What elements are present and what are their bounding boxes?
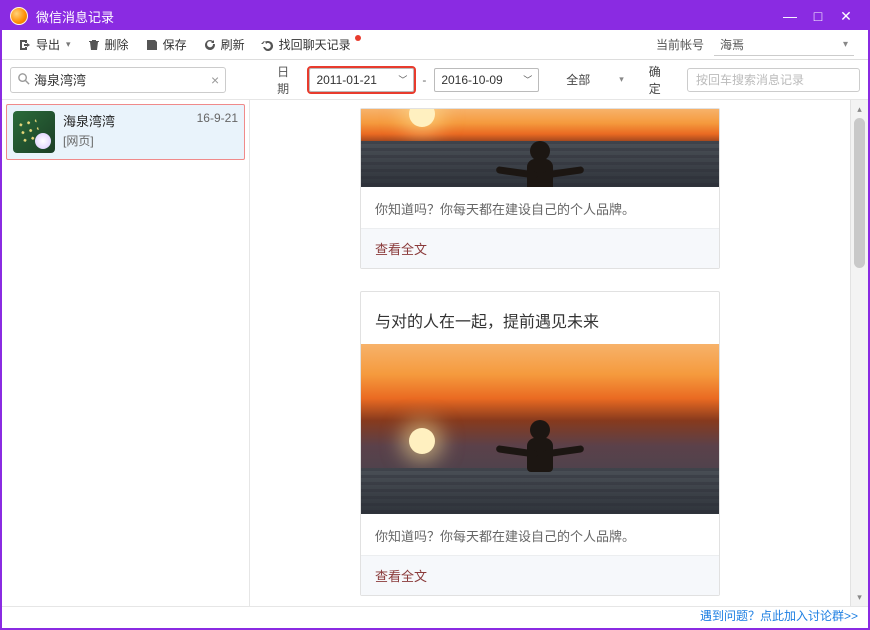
category-value: 全部 bbox=[566, 71, 590, 88]
date-to-value: 2016-10-09 bbox=[441, 73, 502, 87]
article-desc: 你知道吗？你每天都在建设自己的个人品牌。 bbox=[361, 187, 719, 228]
caret-down-icon: ﹀ bbox=[523, 73, 532, 86]
article-card[interactable]: 与对的人在一起，提前遇见未来 你知道吗？你每天都在建设自己的个人品牌。 查看全文 bbox=[360, 291, 720, 596]
chat-scroll[interactable]: 你知道吗？你每天都在建设自己的个人品牌。 查看全文 与对的人在一起，提前遇见未来 bbox=[250, 100, 850, 606]
minimize-button[interactable]: — bbox=[776, 6, 804, 26]
filter-bar: × 日期 2011-01-21 ﹀ - 2016-10-09 ﹀ 全部 ▾ 确定 bbox=[2, 60, 868, 100]
refresh-label: 刷新 bbox=[221, 36, 245, 53]
undo-icon bbox=[261, 38, 275, 52]
export-label: 导出 bbox=[36, 36, 60, 53]
scroll-down-icon[interactable]: ▾ bbox=[851, 588, 868, 606]
close-button[interactable]: ✕ bbox=[832, 6, 860, 26]
date-to-select[interactable]: 2016-10-09 ﹀ bbox=[434, 68, 539, 92]
app-window: 微信消息记录 — □ ✕ 导出 ▾ 删除 保存 bbox=[0, 0, 870, 630]
article-image bbox=[361, 109, 719, 187]
refresh-button[interactable]: 刷新 bbox=[195, 33, 253, 56]
search-icon bbox=[17, 72, 30, 88]
article-card[interactable]: 你知道吗？你每天都在建设自己的个人品牌。 查看全文 bbox=[360, 108, 720, 269]
recover-chat-button[interactable]: 找回聊天记录 bbox=[253, 33, 359, 56]
save-icon bbox=[145, 38, 159, 52]
caret-down-icon: ﹀ bbox=[398, 73, 407, 86]
account-label: 当前帐号 bbox=[646, 36, 714, 53]
message-search-input[interactable] bbox=[687, 68, 860, 92]
date-dash: - bbox=[420, 73, 428, 87]
scrollbar[interactable]: ▴ ▾ bbox=[850, 100, 868, 606]
recover-chat-label: 找回聊天记录 bbox=[279, 36, 351, 53]
trash-icon bbox=[87, 38, 101, 52]
notification-dot-icon bbox=[355, 35, 361, 41]
contact-search-box[interactable]: × bbox=[10, 67, 226, 93]
delete-label: 删除 bbox=[105, 36, 129, 53]
date-from-select[interactable]: 2011-01-21 ﹀ bbox=[309, 68, 414, 92]
scroll-up-icon[interactable]: ▴ bbox=[851, 100, 868, 118]
window-title: 微信消息记录 bbox=[36, 7, 114, 26]
caret-down-icon: ▾ bbox=[619, 74, 624, 85]
article-image bbox=[361, 344, 719, 514]
save-button[interactable]: 保存 bbox=[137, 33, 195, 56]
contact-info: 海泉湾湾 [网页] bbox=[63, 111, 197, 149]
account-select[interactable]: 海焉 ▾ bbox=[714, 34, 854, 56]
read-more-link[interactable]: 查看全文 bbox=[361, 555, 719, 595]
article-desc: 你知道吗？你每天都在建设自己的个人品牌。 bbox=[361, 514, 719, 555]
footer: 遇到问题？点此加入讨论群>> bbox=[2, 606, 868, 628]
account-value: 海焉 bbox=[720, 36, 744, 53]
confirm-button[interactable]: 确定 bbox=[639, 63, 681, 97]
export-button[interactable]: 导出 ▾ bbox=[10, 33, 79, 56]
avatar bbox=[13, 111, 55, 153]
clear-search-icon[interactable]: × bbox=[211, 72, 219, 88]
contact-tag: [网页] bbox=[63, 132, 197, 149]
contact-search-input[interactable] bbox=[34, 72, 211, 87]
content-area: 海泉湾湾 [网页] 16-9-21 bbox=[2, 100, 868, 606]
maximize-button[interactable]: □ bbox=[804, 6, 832, 26]
category-select[interactable]: 全部 ▾ bbox=[557, 68, 633, 92]
titlebar: 微信消息记录 — □ ✕ bbox=[2, 2, 868, 30]
scrollbar-thumb[interactable] bbox=[854, 118, 865, 268]
contact-name: 海泉湾湾 bbox=[63, 111, 197, 130]
contact-date: 16-9-21 bbox=[197, 111, 238, 125]
date-from-value: 2011-01-21 bbox=[316, 73, 377, 87]
article-title: 与对的人在一起，提前遇见未来 bbox=[361, 292, 719, 344]
toolbar: 导出 ▾ 删除 保存 刷新 找回聊天记录 bbox=[2, 30, 868, 60]
help-link[interactable]: 遇到问题？点此加入讨论群>> bbox=[700, 607, 858, 624]
export-icon bbox=[18, 38, 32, 52]
caret-down-icon: ▾ bbox=[66, 39, 71, 50]
refresh-icon bbox=[203, 38, 217, 52]
contact-sidebar: 海泉湾湾 [网页] 16-9-21 bbox=[2, 100, 250, 606]
save-label: 保存 bbox=[163, 36, 187, 53]
delete-button[interactable]: 删除 bbox=[79, 33, 137, 56]
date-label: 日期 bbox=[277, 63, 299, 97]
contact-item[interactable]: 海泉湾湾 [网页] 16-9-21 bbox=[6, 104, 245, 160]
chat-pane: 你知道吗？你每天都在建设自己的个人品牌。 查看全文 与对的人在一起，提前遇见未来 bbox=[250, 100, 868, 606]
app-logo-icon bbox=[10, 7, 28, 25]
caret-down-icon: ▾ bbox=[843, 39, 848, 50]
read-more-link[interactable]: 查看全文 bbox=[361, 228, 719, 268]
